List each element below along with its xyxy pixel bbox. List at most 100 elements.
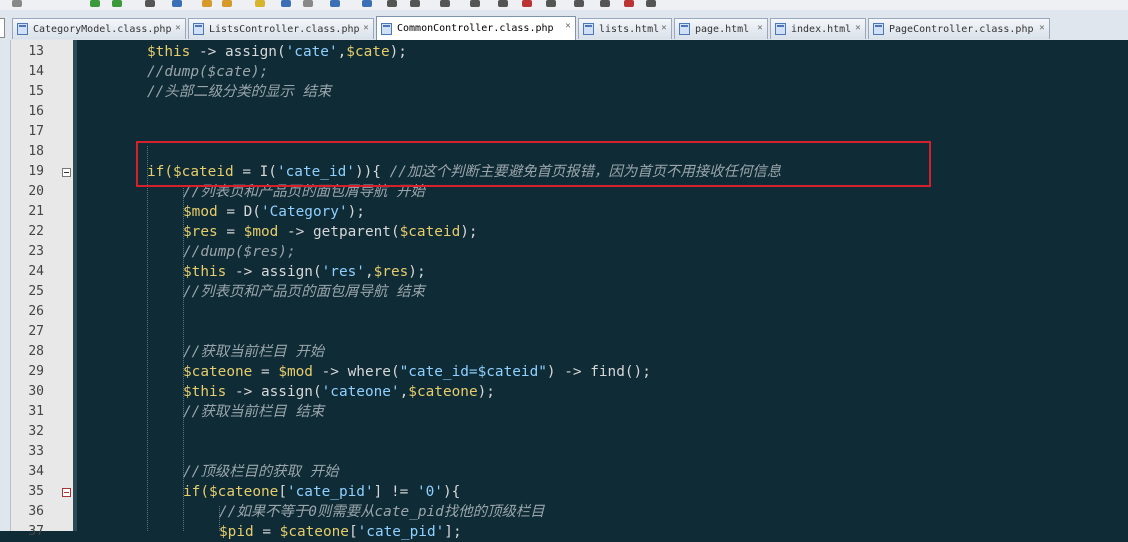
variable: $cateid <box>399 224 461 240</box>
line-number: 33 <box>28 444 44 459</box>
line-number: 19 <box>28 164 44 179</box>
code-line-31[interactable]: //获取当前栏目 结束 <box>183 402 324 422</box>
close-icon[interactable]: ✕ <box>563 21 573 31</box>
close-icon[interactable]: ✕ <box>755 23 765 33</box>
redo-icon[interactable] <box>112 0 122 7</box>
code-text: ); <box>408 264 426 280</box>
variable: $this <box>147 44 191 60</box>
code-text: , <box>337 44 347 60</box>
variable: $res <box>183 224 218 240</box>
code-text: ){ <box>442 484 461 500</box>
tab-listscontroller[interactable]: ListsController.class.php ✕ <box>188 18 374 39</box>
tab-pagecontroller[interactable]: PageController.class.php ✕ <box>868 18 1050 39</box>
tab-page-html[interactable]: page.html ✕ <box>674 18 768 39</box>
code-line-28[interactable]: //获取当前栏目 开始 <box>183 342 324 362</box>
file-icon <box>775 23 786 35</box>
map-icon[interactable] <box>362 0 372 7</box>
file-icon <box>17 23 28 35</box>
replace-icon[interactable] <box>172 0 182 7</box>
tab-categorymodel[interactable]: CategoryModel.class.php ✕ <box>12 18 186 39</box>
tab-index-html[interactable]: index.html ✕ <box>770 18 866 39</box>
code-line-35[interactable]: if($cateone['cate_pid'] != '0'){ <box>183 482 460 502</box>
code-text: ] != <box>373 484 417 500</box>
save-macro-icon[interactable] <box>600 0 610 7</box>
tab-lists-html[interactable]: lists.html ✕ <box>578 18 672 39</box>
line-number: 32 <box>28 424 44 439</box>
line-number: 34 <box>28 464 44 479</box>
string-literal: 'res' <box>321 264 365 280</box>
code-line-34[interactable]: //顶级栏目的获取 开始 <box>183 462 339 482</box>
file-icon <box>873 23 884 35</box>
code-line-29[interactable]: $cateone = $mod -> where("cate_id=$catei… <box>183 362 651 382</box>
close-icon[interactable]: ✕ <box>659 23 669 33</box>
play-multiple-icon[interactable] <box>574 0 584 7</box>
close-icon[interactable]: ✕ <box>361 23 371 33</box>
comment: //dump($cate); <box>147 64 269 80</box>
comment: //列表页和产品页的面包屑导航 结束 <box>183 284 425 300</box>
string-literal: '0' <box>416 484 443 500</box>
stop-record-icon[interactable] <box>522 0 532 7</box>
tab-bar-left-edge <box>0 18 5 38</box>
line-number: 24 <box>28 264 44 279</box>
fold-toggle-icon[interactable] <box>62 168 71 177</box>
undo-icon[interactable] <box>90 0 100 7</box>
keyword: if( <box>183 484 209 500</box>
code-line-25[interactable]: //列表页和产品页的面包屑导航 结束 <box>183 282 425 302</box>
doc-map-icon[interactable] <box>410 0 420 7</box>
code-text: ); <box>460 224 478 240</box>
code-text: -> where( <box>312 364 400 380</box>
spellcheck-icon[interactable] <box>624 0 634 7</box>
line-number: 25 <box>28 284 44 299</box>
string-literal: 'Category' <box>260 204 348 220</box>
line-number: 27 <box>28 324 44 339</box>
variable: $this <box>183 264 227 280</box>
variable: $res <box>373 264 409 280</box>
line-number: 37 <box>28 524 44 539</box>
close-icon[interactable]: ✕ <box>853 23 863 33</box>
code-line-15[interactable]: //头部二级分类的显示 结束 <box>147 82 331 102</box>
zoom-out-icon[interactable] <box>222 0 232 7</box>
find-icon[interactable] <box>145 0 155 7</box>
folder-icon[interactable] <box>440 0 450 7</box>
indent-guide-icon[interactable] <box>303 0 313 7</box>
plugin-icon[interactable] <box>646 0 656 7</box>
function-list-icon[interactable] <box>387 0 397 7</box>
code-line-37[interactable]: $pid = $cateone['cate_pid']; <box>219 522 462 542</box>
close-icon[interactable]: ✕ <box>1037 23 1047 33</box>
code-line-21[interactable]: $mod = D('Category'); <box>183 202 365 222</box>
code-line-13[interactable]: $this -> assign('cate',$cate); <box>147 42 407 62</box>
zoom-in-icon[interactable] <box>202 0 212 7</box>
fold-toggle-icon[interactable] <box>62 488 71 497</box>
code-line-14[interactable]: //dump($cate); <box>147 62 268 82</box>
line-number: 28 <box>28 344 44 359</box>
string-literal: 'cate' <box>285 44 338 60</box>
code-line-22[interactable]: $res = $mod -> getparent($cateid); <box>183 222 478 242</box>
code-line-23[interactable]: //dump($res); <box>183 242 296 262</box>
fold-icon[interactable] <box>330 0 340 7</box>
line-number: 23 <box>28 244 44 259</box>
code-line-30[interactable]: $this -> assign('cateone',$cateone); <box>183 382 495 402</box>
tab-bar: CategoryModel.class.php ✕ ListsControlle… <box>0 10 1128 41</box>
comment: //头部二级分类的显示 结束 <box>147 84 332 100</box>
code-editor[interactable]: 13 14 15 16 17 18 19 20 21 22 23 24 25 2… <box>0 40 1128 540</box>
editor-left-edge <box>0 40 11 531</box>
record-icon[interactable] <box>498 0 508 7</box>
sync-icon[interactable] <box>255 0 265 7</box>
line-number: 18 <box>28 144 44 159</box>
code-line-24[interactable]: $this -> assign('res',$res); <box>183 262 426 282</box>
monitor-icon[interactable] <box>470 0 480 7</box>
play-icon[interactable] <box>546 0 556 7</box>
indent-guide-column <box>73 40 77 531</box>
variable: $cateone <box>183 364 253 380</box>
line-number: 31 <box>28 404 44 419</box>
line-number: 15 <box>28 84 44 99</box>
code-line-36[interactable]: //如果不等于0则需要从cate_pid找他的顶级栏目 <box>219 502 545 522</box>
tab-commoncontroller[interactable]: CommonController.class.php ✕ <box>376 16 576 40</box>
close-icon[interactable]: ✕ <box>173 23 183 33</box>
string-literal: 'cate_pid' <box>286 484 374 500</box>
save-icon[interactable] <box>12 0 22 7</box>
wrap-icon[interactable] <box>281 0 291 7</box>
code-text: = <box>217 224 244 240</box>
variable: $cateone <box>279 524 349 540</box>
comment: //顶级栏目的获取 开始 <box>183 464 339 480</box>
